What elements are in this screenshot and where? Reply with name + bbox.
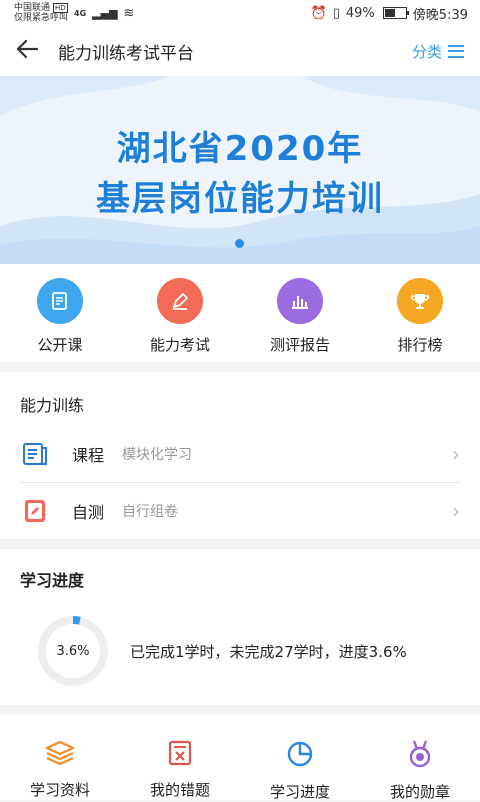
- medal-icon: [404, 739, 436, 769]
- nav-label: 学习进度: [269, 783, 330, 801]
- course-book-icon: [20, 439, 50, 469]
- bottom-nav: 学习资料 我的错题 学习进度 我的勋章: [0, 715, 480, 801]
- clock: 傍晚5:39: [412, 7, 468, 23]
- pie-chart-icon: [284, 739, 316, 769]
- banner-line-2: 基层岗位能力培训: [96, 179, 384, 219]
- carousel-indicator[interactable]: [235, 239, 244, 248]
- vibrate-icon: ▯: [332, 5, 340, 21]
- trophy-icon: [397, 278, 443, 324]
- progress-body: 3.6% 已完成1学时，未完成27学时，进度3.6%: [0, 597, 480, 705]
- pen-icon: [157, 278, 203, 324]
- network-type: 4G: [74, 8, 87, 18]
- chevron-right-icon: ›: [452, 442, 460, 466]
- battery-percent: 49%: [345, 5, 375, 21]
- nav-my-medals[interactable]: 我的勋章: [365, 739, 475, 801]
- category-label: 分类: [411, 42, 442, 61]
- nav-study-materials[interactable]: 学习资料: [5, 739, 115, 800]
- category-button[interactable]: 分类: [412, 26, 464, 76]
- carrier-emergency: 仅限紧急呼叫: [14, 13, 69, 23]
- training-item-title: 自测: [72, 503, 105, 522]
- back-arrow-icon[interactable]: [16, 37, 50, 65]
- progress-title: 学习进度: [20, 571, 85, 590]
- status-bar: 中国联通 HD 仅限紧急呼叫 4G ▂▄▆ ≋ ⏰ ▯ 49% 傍晚5:39: [0, 0, 480, 26]
- quick-link-label: 公开课: [37, 336, 83, 354]
- training-item-desc: 模块化学习: [122, 447, 193, 463]
- nav-study-progress[interactable]: 学习进度: [245, 739, 355, 801]
- quick-link-label: 排行榜: [397, 336, 443, 354]
- notebook-icon: [37, 278, 83, 324]
- quick-link-report[interactable]: 测评报告: [250, 278, 350, 362]
- self-test-icon: [20, 496, 50, 526]
- hd-badge: HD: [53, 3, 68, 13]
- nav-wrong-questions[interactable]: 我的错题: [125, 739, 235, 800]
- training-item-title: 课程: [72, 446, 105, 465]
- wrong-question-icon: [164, 739, 196, 767]
- bar-chart-icon: [277, 278, 323, 324]
- banner-line-1: 湖北省2020年: [116, 129, 364, 169]
- progress-percent: 3.6%: [56, 643, 90, 659]
- training-item-desc: 自行组卷: [122, 504, 179, 520]
- banner-carousel[interactable]: 湖北省2020年 基层岗位能力培训: [0, 76, 480, 264]
- screen: 中国联通 HD 仅限紧急呼叫 4G ▂▄▆ ≋ ⏰ ▯ 49% 傍晚5:39 能…: [0, 0, 480, 801]
- quick-link-open-course[interactable]: 公开课: [10, 278, 110, 362]
- progress-ring: 3.6%: [36, 614, 110, 688]
- banner-title: 湖北省2020年 基层岗位能力培训: [0, 124, 480, 224]
- page-title: 能力训练考试平台: [58, 43, 194, 64]
- stack-layers-icon: [44, 739, 76, 767]
- quick-link-label: 能力考试: [149, 336, 210, 354]
- status-left: 中国联通 HD 仅限紧急呼叫 4G ▂▄▆ ≋: [14, 3, 134, 23]
- quick-link-exam[interactable]: 能力考试: [130, 278, 230, 362]
- quick-links: 公开课 能力考试 测评报告 排行榜: [0, 264, 480, 362]
- app-header: 能力训练考试平台 分类: [0, 26, 480, 76]
- carrier-name: 中国联通: [14, 3, 51, 13]
- quick-link-ranking[interactable]: 排行榜: [370, 278, 470, 362]
- training-item-course[interactable]: 课程 模块化学习 ›: [0, 426, 480, 482]
- nav-label: 我的勋章: [389, 783, 450, 801]
- training-title: 能力训练: [20, 396, 85, 415]
- battery-icon: [382, 7, 409, 19]
- list-menu-icon: [448, 44, 464, 58]
- wifi-icon: ≋: [123, 5, 135, 21]
- progress-section: 学习进度 3.6% 已完成1学时，未完成27学时，进度3.6%: [0, 549, 480, 705]
- carrier-info: 中国联通 HD 仅限紧急呼叫: [14, 3, 68, 23]
- quick-link-label: 测评报告: [269, 336, 330, 354]
- training-item-self-test[interactable]: 自测 自行组卷 ›: [20, 482, 460, 539]
- alarm-icon: ⏰: [310, 5, 327, 21]
- nav-label: 学习资料: [29, 781, 90, 799]
- nav-label: 我的错题: [149, 781, 210, 799]
- training-section: 能力训练 课程 模块化学习 › 自测 自行组卷 ›: [0, 372, 480, 539]
- signal-icon: ▂▄▆: [92, 6, 118, 20]
- status-right: ⏰ ▯ 49% 傍晚5:39: [311, 4, 468, 23]
- chevron-right-icon: ›: [452, 499, 460, 523]
- progress-summary: 已完成1学时，未完成27学时，进度3.6%: [130, 642, 407, 661]
